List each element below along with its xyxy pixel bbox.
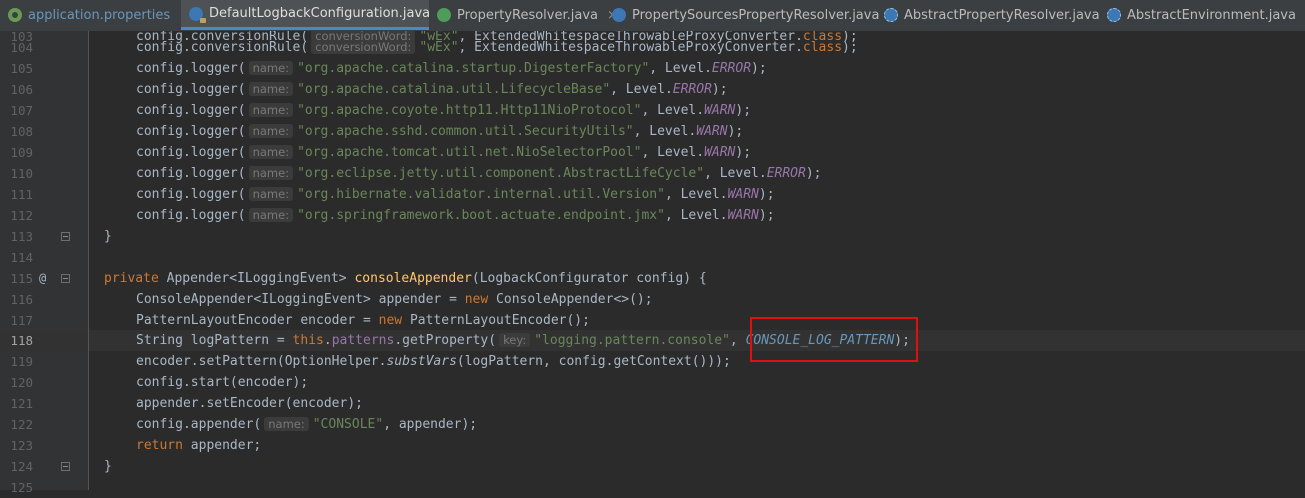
tab-property-sources-property-resolver[interactable]: PropertySourcesPropertyResolver.java × <box>604 0 876 30</box>
editor-gutter[interactable]: 103 104 105 106 107 108 109 110 111 112 … <box>0 31 89 490</box>
line-number: 108 <box>0 121 33 142</box>
editor-tab-bar: application.properties × DefaultLogbackC… <box>0 0 1305 32</box>
tab-property-resolver[interactable]: PropertyResolver.java × <box>429 0 604 30</box>
abstract-class-icon <box>1107 8 1121 22</box>
code-line: appender.setEncoder(encoder); <box>136 393 363 414</box>
code-line: encoder.setPattern(OptionHelper.substVar… <box>136 351 731 372</box>
line-number: 119 <box>0 351 33 372</box>
code-line: ConsoleAppender<ILoggingEvent> appender … <box>136 289 653 310</box>
code-line: config.logger(name:"org.apache.coyote.ht… <box>136 100 751 121</box>
code-line: } <box>104 456 112 477</box>
code-editor[interactable]: config.conversionRule(conversionWord:"wE… <box>89 31 1305 490</box>
fold-end-icon[interactable] <box>61 462 70 471</box>
tab-label: PropertyResolver.java <box>457 8 598 23</box>
code-line: private Appender<ILoggingEvent> consoleA… <box>104 268 707 289</box>
line-number-current: 118 <box>0 330 33 351</box>
line-number: 105 <box>0 58 33 79</box>
code-line: config.logger(name:"org.apache.catalina.… <box>136 58 767 79</box>
line-number: 115 <box>0 268 33 289</box>
code-line: config.logger(name:"org.apache.catalina.… <box>136 79 728 100</box>
tab-default-logback-configuration[interactable]: DefaultLogbackConfiguration.java × <box>181 0 429 30</box>
tab-label: DefaultLogbackConfiguration.java <box>209 6 430 21</box>
code-line: config.appender(name:"CONSOLE", appender… <box>136 414 477 435</box>
tab-label: AbstractEnvironment.java <box>1127 8 1296 23</box>
line-number: 113 <box>0 226 33 247</box>
line-number: 116 <box>0 289 33 310</box>
tab-label: application.properties <box>28 8 170 23</box>
java-class-icon <box>612 8 626 22</box>
line-number: 112 <box>0 205 33 226</box>
line-number: 120 <box>0 372 33 393</box>
code-line: } <box>104 226 112 247</box>
code-line: config.logger(name:"org.springframework.… <box>136 205 775 226</box>
line-number: 124 <box>0 456 33 477</box>
line-number: 109 <box>0 142 33 163</box>
line-number: 114 <box>0 247 33 268</box>
line-number: 122 <box>0 414 33 435</box>
line-number: 110 <box>0 163 33 184</box>
tab-label: PropertySourcesPropertyResolver.java <box>632 8 879 23</box>
fold-end-icon[interactable] <box>61 232 70 241</box>
java-class-icon <box>189 7 203 21</box>
fold-start-icon[interactable] <box>61 274 70 283</box>
abstract-class-icon <box>884 8 898 22</box>
line-number: 123 <box>0 435 33 456</box>
code-line: config.logger(name:"org.eclipse.jetty.ut… <box>136 163 822 184</box>
tab-abstract-environment[interactable]: AbstractEnvironment.java × <box>1099 0 1305 30</box>
code-line: config.start(encoder); <box>136 372 308 393</box>
line-number: 106 <box>0 79 33 100</box>
override-marker-icon[interactable]: @ <box>39 268 46 289</box>
line-number: 121 <box>0 393 33 414</box>
tab-abstract-property-resolver[interactable]: AbstractPropertyResolver.java × <box>876 0 1099 30</box>
interface-icon <box>437 8 451 22</box>
line-number: 117 <box>0 310 33 331</box>
spring-properties-icon <box>8 8 22 22</box>
line-number: 111 <box>0 184 33 205</box>
red-annotation-box <box>750 317 918 362</box>
code-line: config.logger(name:"org.hibernate.valida… <box>136 184 775 205</box>
code-line: config.logger(name:"org.apache.sshd.comm… <box>136 121 743 142</box>
code-line: return appender; <box>136 435 261 456</box>
line-number: 125 <box>0 477 33 498</box>
line-number: 107 <box>0 100 33 121</box>
code-line: config.conversionRule(conversionWord:"wE… <box>136 37 858 58</box>
tab-label: AbstractPropertyResolver.java <box>904 8 1100 23</box>
code-line: config.logger(name:"org.apache.tomcat.ut… <box>136 142 751 163</box>
code-line: PatternLayoutEncoder encoder = new Patte… <box>136 310 590 331</box>
line-number: 104 <box>0 37 33 58</box>
